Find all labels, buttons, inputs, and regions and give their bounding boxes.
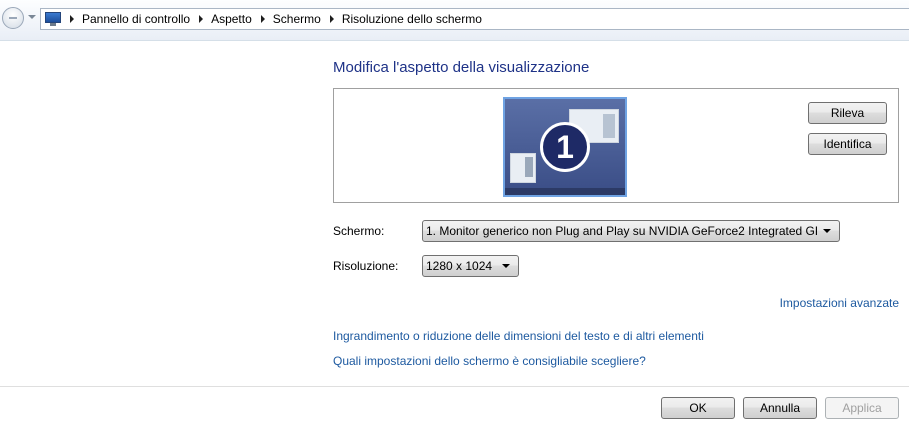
- breadcrumb-item-appearance[interactable]: Aspetto: [211, 12, 252, 26]
- chevron-right-icon[interactable]: [70, 15, 74, 23]
- resolution-select-value: 1280 x 1024: [426, 259, 493, 273]
- text-size-link[interactable]: Ingrandimento o riduzione delle dimensio…: [333, 329, 704, 343]
- monitor-number-badge: 1: [540, 122, 590, 172]
- resolution-select[interactable]: 1280 x 1024: [422, 255, 519, 277]
- monitor-1-thumbnail[interactable]: 1: [503, 97, 627, 197]
- ok-button[interactable]: OK: [661, 397, 735, 419]
- breadcrumb-item-screen-resolution[interactable]: Risoluzione dello schermo: [342, 12, 482, 26]
- recent-pages-chevron-icon[interactable]: [28, 15, 36, 19]
- screen-label: Schermo:: [333, 224, 385, 238]
- screen-select[interactable]: 1. Monitor generico non Plug and Play su…: [422, 220, 840, 242]
- breadcrumb-item-display[interactable]: Schermo: [273, 12, 321, 26]
- identify-button[interactable]: Identifica: [808, 133, 887, 155]
- cancel-button[interactable]: Annulla: [743, 397, 817, 419]
- chevron-right-icon[interactable]: [199, 15, 204, 23]
- which-settings-link[interactable]: Quali impostazioni dello schermo è consi…: [333, 354, 646, 368]
- control-panel-icon[interactable]: [45, 12, 61, 26]
- resolution-label: Risoluzione:: [333, 259, 399, 273]
- monitor-layout-panel: 1 Rileva Identifica: [333, 88, 899, 203]
- chevron-down-icon: [502, 264, 510, 268]
- address-bar: Pannello di controllo Aspetto Schermo Ri…: [0, 0, 909, 41]
- advanced-settings-link[interactable]: Impostazioni avanzate: [780, 296, 899, 310]
- page-title: Modifica l'aspetto della visualizzazione: [333, 59, 590, 76]
- back-button[interactable]: [2, 7, 24, 29]
- detect-button[interactable]: Rileva: [808, 102, 887, 124]
- breadcrumb-item-control-panel[interactable]: Pannello di controllo: [82, 12, 190, 26]
- screen-select-value: 1. Monitor generico non Plug and Play su…: [426, 224, 817, 238]
- chevron-right-icon[interactable]: [260, 15, 265, 23]
- apply-button[interactable]: Applica: [825, 397, 899, 419]
- breadcrumb[interactable]: Pannello di controllo Aspetto Schermo Ri…: [40, 8, 909, 30]
- chevron-down-icon: [823, 229, 831, 233]
- divider: [0, 386, 909, 387]
- taskbar-preview: [505, 188, 625, 195]
- chevron-right-icon[interactable]: [329, 15, 334, 23]
- window-preview: [510, 153, 536, 183]
